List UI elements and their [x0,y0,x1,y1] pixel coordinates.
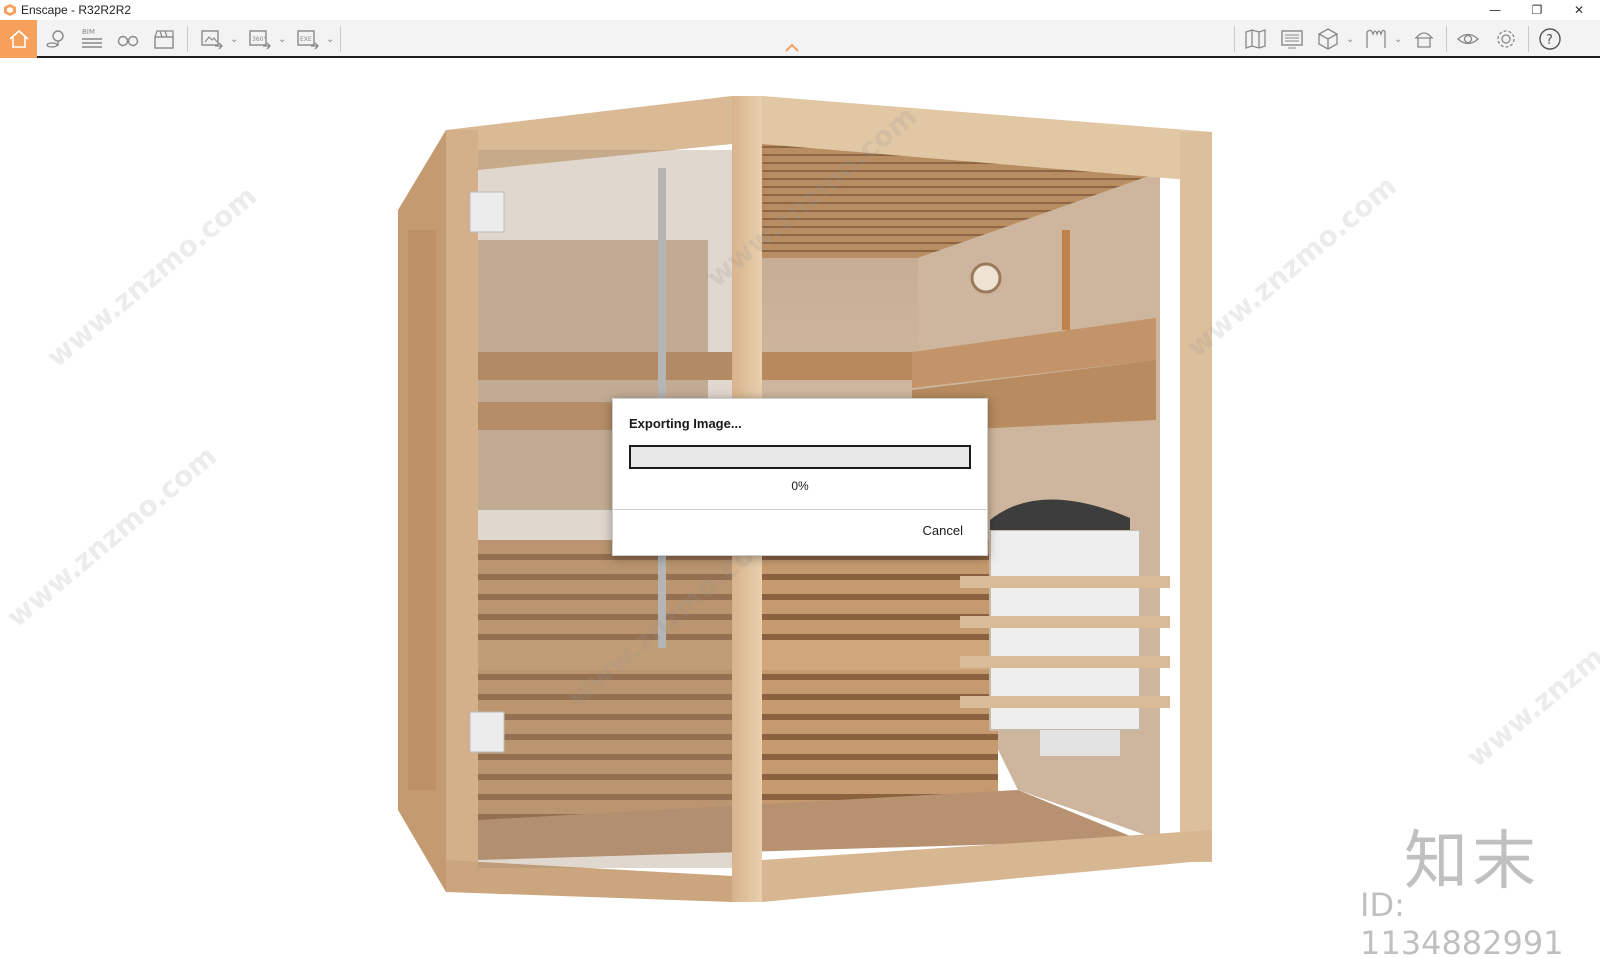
progress-percent: 0% [791,479,809,493]
video-editor-button[interactable] [148,23,180,55]
visual-settings-icon [1457,33,1479,45]
export-panorama-button[interactable]: 360° [244,23,276,55]
progress-bar [629,445,971,469]
visual-settings-button[interactable] [1452,23,1484,55]
bim-icon: BIM [82,28,102,48]
settings-gear-icon [1497,30,1515,48]
asset-library-icon [1415,32,1433,48]
chevron-down-icon[interactable]: ⌄ [1394,34,1402,45]
watermark-id: ID: 1134882991 [1360,886,1564,958]
map-icon [1245,29,1266,49]
location-button[interactable] [40,23,72,55]
toolbar-divider [1528,26,1529,52]
home-icon [8,29,29,48]
svg-text:?: ? [1546,33,1553,48]
binoculars-icon [117,35,139,47]
material-button[interactable] [1360,23,1392,55]
export-screenshot-icon [201,30,223,50]
help-button[interactable]: ? [1534,23,1566,55]
enscape-logo-icon [4,4,16,16]
screen-icon [1281,30,1303,49]
export-screenshot-button[interactable] [196,23,228,55]
home-button[interactable] [0,20,37,58]
map-button[interactable] [1240,23,1272,55]
cube-button[interactable] [1312,23,1344,55]
export-exe-icon: EXE [297,30,319,50]
close-button[interactable]: ✕ [1558,0,1600,20]
dialog-title: Exporting Image... [629,416,742,431]
svg-text:BIM: BIM [82,28,95,36]
export-exe-button[interactable]: EXE [292,23,324,55]
toolbar-divider [187,26,188,52]
title-bar: Enscape - R32R2R2 — ❐ ✕ [0,0,1600,20]
collapse-toolbar-icon[interactable] [784,42,800,54]
toolbar-divider [340,26,341,52]
restore-button[interactable]: ❐ [1516,0,1558,20]
help-icon: ? [1539,28,1561,50]
cancel-button[interactable]: Cancel [923,523,963,538]
svg-text:EXE: EXE [300,36,312,43]
views-button[interactable] [112,23,144,55]
screen-button[interactable] [1276,23,1308,55]
toolbar-divider [1446,26,1447,52]
chevron-down-icon[interactable]: ⌄ [230,34,238,45]
cube-icon [1318,28,1338,50]
asset-library-button[interactable] [1408,23,1440,55]
chevron-down-icon[interactable]: ⌄ [326,34,334,45]
export-progress-dialog: Exporting Image... 0% Cancel [612,398,988,556]
material-icon [1366,29,1386,48]
chevron-down-icon[interactable]: ⌄ [278,34,286,45]
export-panorama-icon: 360° [249,30,271,50]
minimize-button[interactable]: — [1474,0,1516,20]
svg-text:360°: 360° [252,36,266,43]
dialog-divider [613,509,987,510]
bim-button[interactable]: BIM [76,23,108,55]
location-pin-icon [46,30,64,48]
window-title: Enscape - R32R2R2 [21,3,132,17]
settings-button[interactable] [1490,23,1522,55]
main-toolbar: BIM ⌄ 360° ⌄ EXE ⌄ ⌄ ⌄ ? [0,20,1600,58]
clapperboard-icon [154,30,174,49]
chevron-down-icon[interactable]: ⌄ [1346,34,1354,45]
toolbar-divider [1234,26,1235,52]
